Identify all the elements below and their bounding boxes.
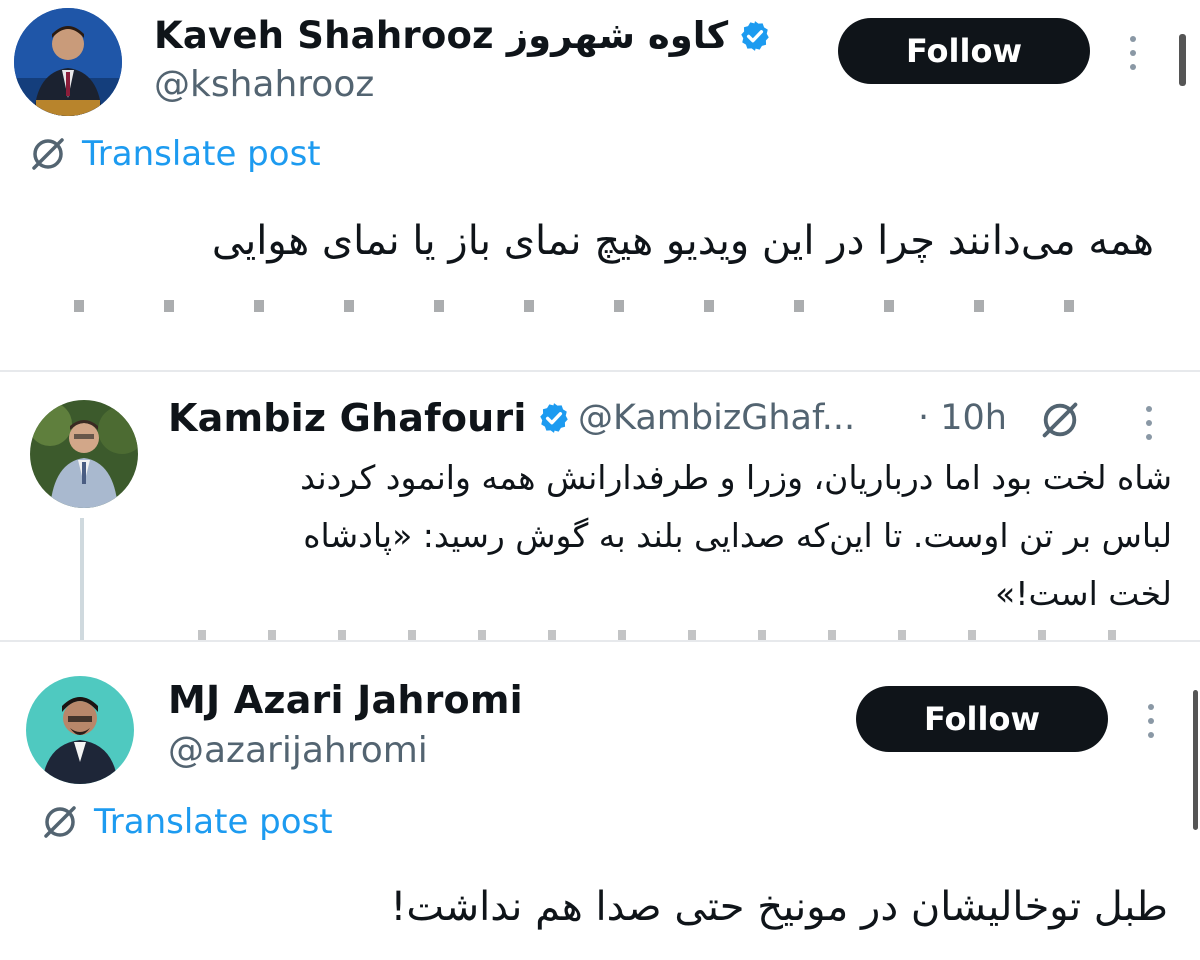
- post-body: همه می‌دانند چرا در این ویدیو هیچ نمای ب…: [211, 218, 1154, 264]
- post-body-cutoff: [44, 296, 1154, 316]
- divider: [0, 640, 1200, 642]
- post-body-line: شاه لخت بود اما درباریان، وزرا و طرفدارا…: [300, 458, 1172, 497]
- feed: Kaveh Shahrooz کاوه شهروز @kshahrooz Fol…: [0, 0, 1200, 960]
- timestamp[interactable]: · 10h: [918, 398, 1007, 438]
- translate-icon[interactable]: [1038, 398, 1082, 442]
- handle[interactable]: @azarijahromi: [168, 730, 428, 771]
- handle[interactable]: @kshahrooz: [154, 64, 374, 105]
- translate-post-link[interactable]: Translate post: [40, 802, 333, 842]
- avatar[interactable]: [14, 8, 122, 116]
- translate-icon: [32, 138, 64, 170]
- verified-badge-icon: [741, 20, 769, 51]
- post-body-line: لخت است!»: [995, 574, 1172, 613]
- post-body-cutoff: [170, 630, 1170, 640]
- display-name-text: Kambiz Ghafouri: [168, 396, 527, 440]
- more-options-icon[interactable]: [1147, 704, 1155, 738]
- translate-post-link[interactable]: Translate post: [28, 134, 321, 174]
- display-name[interactable]: Kambiz Ghafouri: [168, 396, 571, 440]
- translate-label: Translate post: [82, 134, 321, 174]
- display-name-text: MJ Azari Jahromi: [168, 678, 523, 722]
- translate-icon: [44, 806, 76, 838]
- avatar[interactable]: [30, 400, 138, 508]
- display-name[interactable]: Kaveh Shahrooz کاوه شهروز: [154, 14, 772, 57]
- handle[interactable]: @KambizGhaf...: [578, 398, 855, 438]
- scrollbar[interactable]: [1193, 690, 1198, 830]
- thread-line: [80, 518, 84, 640]
- post-body: طبل توخالیشان در مونیخ حتی صدا هم نداشت!: [390, 884, 1168, 930]
- more-options-icon[interactable]: [1129, 36, 1137, 70]
- avatar[interactable]: [26, 676, 134, 784]
- divider: [0, 370, 1200, 372]
- display-name[interactable]: MJ Azari Jahromi: [168, 678, 523, 722]
- translate-label: Translate post: [94, 802, 333, 842]
- more-options-icon[interactable]: [1145, 406, 1153, 440]
- display-name-text: Kaveh Shahrooz کاوه شهروز: [154, 14, 729, 57]
- scrollbar[interactable]: [1179, 34, 1186, 86]
- follow-button[interactable]: Follow: [856, 686, 1108, 752]
- verified-badge-icon: [539, 403, 568, 433]
- follow-button[interactable]: Follow: [838, 18, 1090, 84]
- post-body-line: لباس بر تن اوست. تا این‌که صدایی بلند به…: [303, 516, 1172, 555]
